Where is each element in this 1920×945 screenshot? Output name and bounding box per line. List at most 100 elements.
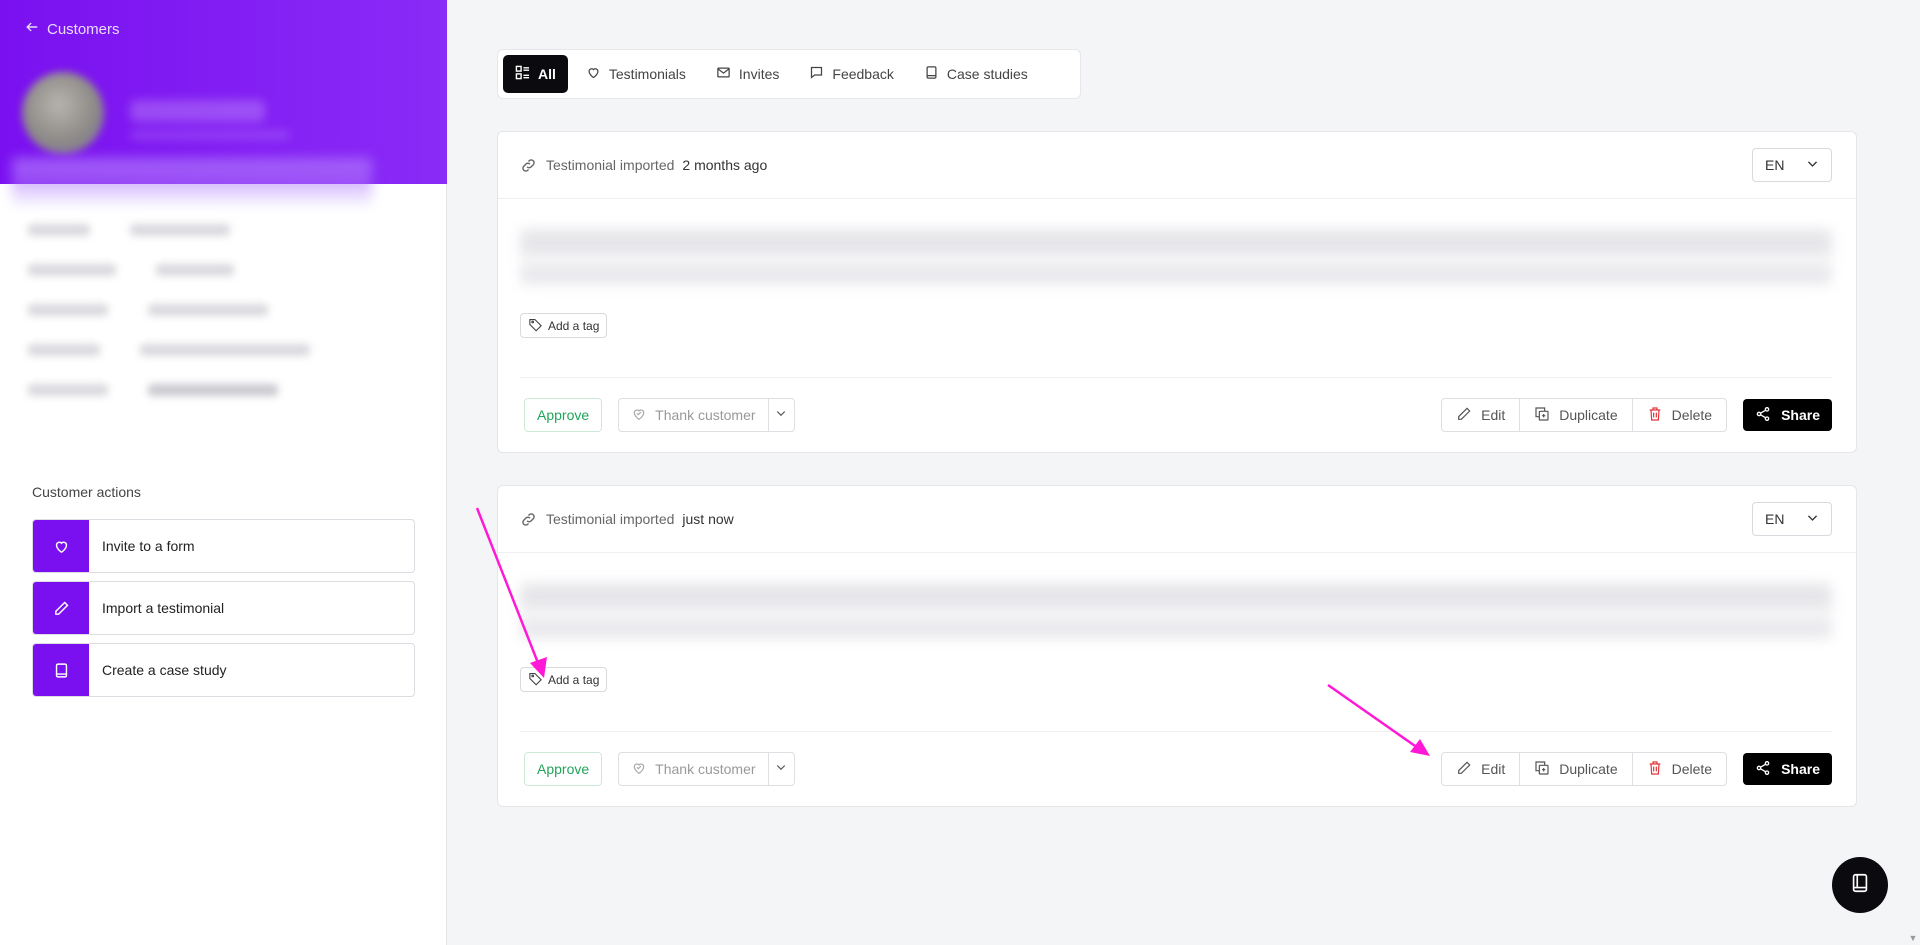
tab-label: Testimonials (608, 66, 686, 82)
customer-header: Customers (0, 0, 447, 184)
tab-all[interactable]: All (503, 55, 568, 93)
language-select[interactable]: EN (1752, 148, 1832, 182)
add-tag-button[interactable]: Add a tag (520, 667, 608, 692)
duplicate-icon (1534, 406, 1550, 425)
customer-actions-title: Customer actions (32, 484, 141, 500)
testimonial-card: Testimonial imported just now EN Add a t… (497, 485, 1857, 807)
chat-bubble-icon (809, 65, 824, 83)
redacted-strip (12, 158, 372, 204)
chevron-down-icon (1806, 511, 1819, 527)
tab-feedback[interactable]: Feedback (797, 55, 905, 93)
thank-options-dropdown[interactable] (767, 399, 794, 431)
delete-label: Delete (1671, 761, 1713, 777)
share-icon (1755, 406, 1771, 425)
tag-icon (528, 317, 543, 335)
thank-customer-split-button: Thank customer (618, 752, 795, 786)
card-header: Testimonial imported just now EN (498, 486, 1856, 553)
arrow-left-icon (25, 20, 39, 38)
card-footer: Approve Thank customer Edit Duplicate De… (520, 377, 1832, 452)
duplicate-button[interactable]: Duplicate (1520, 753, 1633, 785)
edit-label: Edit (1481, 407, 1506, 423)
pencil-icon (1456, 406, 1472, 425)
delete-button[interactable]: Delete (1633, 753, 1726, 785)
link-icon (520, 157, 537, 174)
heart-icon (586, 65, 601, 83)
info-row-redacted (28, 304, 268, 318)
tab-label: Invites (738, 66, 780, 82)
customer-subtitle-redacted (130, 130, 290, 140)
pencil-icon (1456, 760, 1472, 779)
thank-customer-button[interactable]: Thank customer (619, 399, 767, 431)
info-row-redacted (28, 224, 230, 238)
create-case-study-button[interactable]: Create a case study (32, 643, 415, 697)
edit-button[interactable]: Edit (1442, 753, 1521, 785)
thank-customer-label: Thank customer (655, 407, 756, 423)
edit-label: Edit (1481, 761, 1506, 777)
tab-invites[interactable]: Invites (704, 55, 791, 93)
testimonial-status: Testimonial imported (546, 157, 675, 173)
grid-list-icon (515, 65, 530, 83)
add-tag-button[interactable]: Add a tag (520, 313, 608, 338)
thank-customer-split-button: Thank customer (618, 398, 795, 432)
invite-to-form-button[interactable]: Invite to a form (32, 519, 415, 573)
heart-handshake-icon (631, 406, 647, 425)
action-label: Import a testimonial (102, 600, 225, 616)
trash-icon (1647, 760, 1663, 779)
share-button[interactable]: Share (1743, 399, 1832, 431)
thank-customer-label: Thank customer (655, 761, 756, 777)
back-link-label: Customers (47, 20, 120, 38)
back-to-customers-link[interactable]: Customers (25, 20, 120, 38)
duplicate-icon (1534, 760, 1550, 779)
delete-button[interactable]: Delete (1633, 399, 1726, 431)
card-actions-group: Edit Duplicate Delete (1441, 398, 1728, 432)
action-label: Invite to a form (102, 538, 195, 554)
testimonial-text-redacted (520, 583, 1832, 639)
customer-sidebar: Customers Customer actions Invite to a f… (0, 0, 447, 945)
duplicate-label: Duplicate (1559, 407, 1618, 423)
customer-name-redacted (130, 100, 265, 122)
card-header: Testimonial imported 2 months ago EN (498, 132, 1856, 199)
card-footer: Approve Thank customer Edit Duplicate De… (520, 731, 1832, 806)
filter-tabs: All Testimonials Invites Feedback Case s… (497, 49, 1081, 99)
tab-label: Case studies (946, 66, 1028, 82)
approve-button[interactable]: Approve (524, 752, 603, 786)
book-icon (924, 65, 939, 83)
duplicate-label: Duplicate (1559, 761, 1618, 777)
link-icon (520, 511, 537, 528)
info-row-redacted (28, 344, 310, 358)
share-label: Share (1781, 761, 1820, 777)
book-icon (33, 644, 89, 696)
tab-label: Feedback (832, 66, 894, 82)
testimonial-card: Testimonial imported 2 months ago EN Add… (497, 131, 1857, 453)
language-value: EN (1765, 157, 1785, 173)
add-tag-label: Add a tag (548, 318, 600, 333)
help-docs-button[interactable] (1832, 857, 1888, 913)
language-select[interactable]: EN (1752, 502, 1832, 536)
testimonial-time: just now (682, 511, 734, 527)
testimonial-time: 2 months ago (682, 157, 768, 173)
chevron-down-icon (775, 406, 787, 424)
chevron-down-icon (775, 760, 787, 778)
card-actions-group: Edit Duplicate Delete (1441, 752, 1728, 786)
tag-icon (528, 671, 543, 689)
action-label: Create a case study (102, 662, 227, 678)
mail-icon (716, 65, 731, 83)
tab-testimonials[interactable]: Testimonials (574, 55, 698, 93)
trash-icon (1647, 406, 1663, 425)
heart-handshake-icon (631, 760, 647, 779)
testimonial-text-redacted (520, 229, 1832, 285)
tab-case-studies[interactable]: Case studies (912, 55, 1040, 93)
share-icon (1755, 760, 1771, 779)
share-button[interactable]: Share (1743, 753, 1832, 785)
thank-options-dropdown[interactable] (767, 753, 794, 785)
book-icon (1849, 872, 1871, 899)
language-value: EN (1765, 511, 1785, 527)
thank-customer-button[interactable]: Thank customer (619, 753, 767, 785)
scroll-down-arrow[interactable]: ▼ (1908, 933, 1918, 943)
chevron-down-icon (1806, 157, 1819, 173)
add-tag-label: Add a tag (548, 672, 600, 687)
import-testimonial-button[interactable]: Import a testimonial (32, 581, 415, 635)
duplicate-button[interactable]: Duplicate (1520, 399, 1633, 431)
approve-button[interactable]: Approve (524, 398, 603, 432)
edit-button[interactable]: Edit (1442, 399, 1521, 431)
